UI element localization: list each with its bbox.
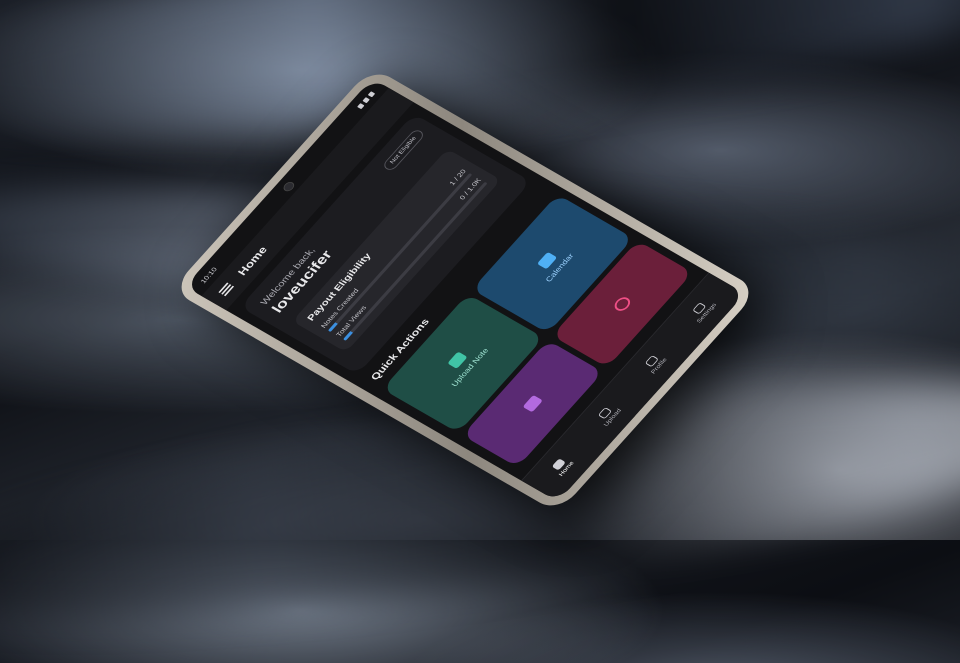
signal-icon: [362, 97, 370, 104]
search-icon: [611, 294, 634, 314]
nav-item-profile[interactable]: Profile: [641, 352, 668, 375]
menu-icon[interactable]: [218, 282, 235, 297]
nav-item-home[interactable]: Home: [549, 455, 575, 477]
documents-icon: [522, 394, 543, 413]
nav-item-upload[interactable]: Upload: [594, 403, 623, 427]
page-title: Home: [234, 244, 270, 278]
progress-bar: [327, 172, 473, 333]
nav-item-settings[interactable]: Settings: [687, 297, 718, 324]
wifi-icon: [357, 103, 365, 110]
battery-icon: [367, 91, 376, 98]
